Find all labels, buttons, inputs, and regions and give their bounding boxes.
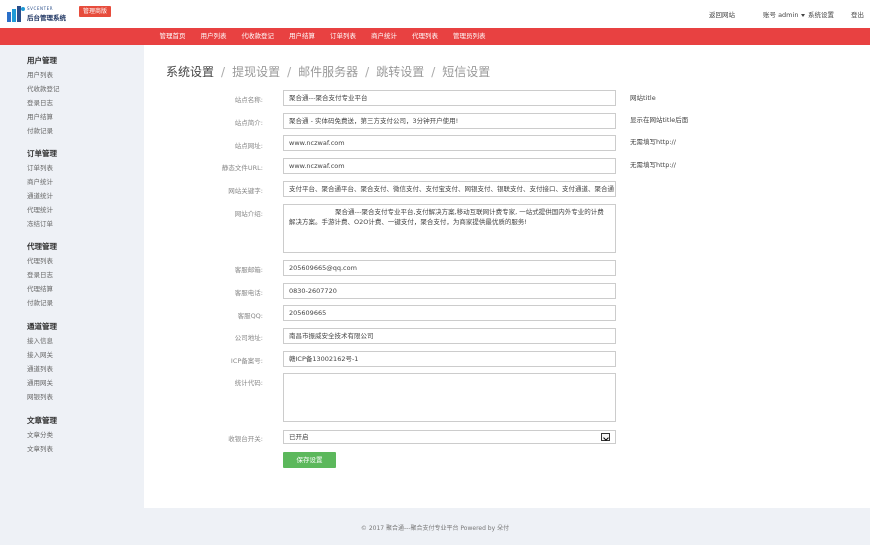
save-button[interactable]: 保存设置 — [283, 452, 336, 468]
sidebar: 用户管理 用户列表 代收款登记 登录日志 用户结算 付款记录 订单管理 订单列表… — [0, 45, 144, 508]
keywords-input[interactable]: 支付平台、聚合通平台、聚合支付、微信支付、支付宝支付、网银支付、银联支付、支付接… — [283, 181, 616, 197]
footer-copyright: © 2017 聚合通---聚合支付专业平台 Powered by 朵付 — [360, 525, 510, 532]
sidebar-item-access-info[interactable]: 接入信息 — [27, 334, 57, 348]
sidebar-item-login-log[interactable]: 登录日志 — [27, 268, 57, 282]
sidebar-group-title: 用户管理 — [27, 56, 57, 65]
phone-label: 客服电话: — [234, 289, 263, 297]
site-url-input[interactable]: www.nczwaf.com — [283, 135, 616, 151]
sidebar-group-title: 文章管理 — [27, 416, 57, 425]
sidebar-item-agent-list[interactable]: 代理列表 — [27, 254, 57, 268]
static-url-hint: 无需填写http:// — [630, 161, 676, 169]
logo-icon — [7, 6, 25, 22]
logout-link[interactable]: 登出 — [851, 9, 864, 19]
sidebar-group-users: 用户管理 用户列表 代收款登记 登录日志 用户结算 付款记录 — [27, 54, 60, 138]
version-badge: 管理商版 — [79, 6, 112, 17]
description-label: 网站介绍: — [234, 210, 263, 218]
cashier-switch-select[interactable]: 已开启 — [283, 430, 616, 444]
nav-item-user-settlement[interactable]: 用户结算 — [282, 28, 323, 45]
nav-item-user-list[interactable]: 用户列表 — [193, 28, 234, 45]
sidebar-item-agent-stats[interactable]: 代理统计 — [27, 203, 57, 217]
site-name-input[interactable]: 聚合通---聚合支付专业平台 — [283, 90, 616, 106]
sidebar-item-collection-register[interactable]: 代收款登记 — [27, 82, 60, 96]
sidebar-item-login-log[interactable]: 登录日志 — [27, 96, 60, 110]
sidebar-group-title: 订单管理 — [27, 149, 57, 158]
footer: © 2017 聚合通---聚合支付专业平台 Powered by 朵付 — [0, 508, 870, 545]
sidebar-item-general-gateway[interactable]: 通用网关 — [27, 376, 57, 390]
site-name-label: 站点名称: — [234, 96, 263, 104]
tab-system-settings[interactable]: 系统设置 — [166, 65, 214, 79]
sidebar-item-frozen-orders[interactable]: 冻结订单 — [27, 217, 57, 231]
breadcrumb-separator: / — [221, 65, 226, 79]
system-settings-link[interactable]: 系统设置 — [808, 9, 834, 19]
tab-mail-server[interactable]: 邮件服务器 — [298, 65, 358, 79]
static-url-label: 静态文件URL: — [221, 164, 263, 172]
nav-item-merchant-stats[interactable]: 商户统计 — [364, 28, 405, 45]
breadcrumb-separator: / — [365, 65, 370, 79]
description-textarea[interactable]: 聚合通---聚合支付专业平台,支付解决方案,移动互联网计费专家, 一站式提供国内… — [283, 204, 616, 253]
icp-label: ICP备案号: — [230, 357, 263, 365]
sidebar-item-article-categories[interactable]: 文章分类 — [27, 428, 57, 442]
cashier-switch-label: 收银台开关: — [228, 435, 263, 443]
chevron-down-icon — [601, 433, 610, 441]
cashier-switch-value: 已开启 — [289, 433, 309, 441]
stats-code-textarea[interactable] — [283, 373, 616, 422]
site-url-hint: 无需填写http:// — [630, 138, 676, 146]
tab-sms-settings[interactable]: 短信设置 — [442, 65, 490, 79]
site-intro-label: 站点简介: — [234, 119, 263, 127]
stats-code-label: 统计代码: — [234, 379, 263, 387]
site-url-label: 站点网址: — [234, 142, 263, 150]
main-nav: 管理首页 用户列表 代收款登记 用户结算 订单列表 商户统计 代理列表 管理员列… — [0, 28, 870, 45]
sidebar-item-article-list[interactable]: 文章列表 — [27, 442, 57, 456]
sidebar-item-payment-records[interactable]: 付款记录 — [27, 124, 60, 138]
sidebar-group-title: 代理管理 — [27, 242, 57, 251]
sidebar-group-channels: 通道管理 接入信息 接入网关 通道列表 通用网关 网银列表 — [27, 320, 57, 404]
static-url-input[interactable]: www.nczwaf.com — [283, 158, 616, 174]
phone-input[interactable]: 0830-2607720 — [283, 283, 616, 299]
sidebar-item-merchant-stats[interactable]: 商户统计 — [27, 175, 57, 189]
logo-subtitle: SVCENTER — [27, 6, 54, 11]
site-intro-hint: 显示在网站title后面 — [630, 116, 689, 124]
sidebar-group-title: 通道管理 — [27, 322, 57, 331]
site-name-hint: 网站title — [630, 94, 656, 102]
qq-input[interactable]: 205609665 — [283, 305, 616, 321]
breadcrumb-separator: / — [287, 65, 292, 79]
icp-input[interactable]: 赣ICP备13002162号-1 — [283, 351, 616, 367]
site-intro-input[interactable]: 聚合通 - 实体码免费送，第三方支付公司，3分钟开户使用! — [283, 113, 616, 129]
nav-item-agent-list[interactable]: 代理列表 — [405, 28, 446, 45]
tab-redirect-settings[interactable]: 跳转设置 — [376, 65, 424, 79]
account-dropdown[interactable]: 账号 admin — [763, 9, 806, 19]
sidebar-group-orders: 订单管理 订单列表 商户统计 通道统计 代理统计 冻结订单 — [27, 147, 57, 231]
qq-label: 客服QQ: — [237, 312, 263, 320]
address-input[interactable]: 南昌市振威安全技术有限公司 — [283, 328, 616, 344]
logo-title: 后台管理系统 — [27, 14, 66, 22]
tab-withdraw-settings[interactable]: 提现设置 — [232, 65, 280, 79]
email-input[interactable]: 205609665@qq.com — [283, 260, 616, 276]
top-header: SVCENTER 后台管理系统 管理商版 返回网站 账号 admin 系统设置 … — [0, 0, 870, 28]
address-label: 公司地址: — [234, 334, 263, 342]
nav-item-order-list[interactable]: 订单列表 — [323, 28, 364, 45]
caret-down-icon — [801, 13, 806, 17]
back-to-site-link[interactable]: 返回网站 — [709, 9, 735, 19]
nav-item-collection-register[interactable]: 代收款登记 — [234, 28, 282, 45]
breadcrumb: 系统设置 / 提现设置 / 邮件服务器 / 跳转设置 / 短信设置 — [166, 63, 490, 80]
sidebar-group-articles: 文章管理 文章分类 文章列表 — [27, 414, 57, 456]
sidebar-item-user-list[interactable]: 用户列表 — [27, 68, 60, 82]
breadcrumb-separator: / — [431, 65, 436, 79]
keywords-label: 网站关键字: — [228, 187, 263, 195]
nav-item-admin-list[interactable]: 管理员列表 — [446, 28, 494, 45]
email-label: 客服邮箱: — [234, 266, 263, 274]
nav-item-home[interactable]: 管理首页 — [152, 28, 193, 45]
sidebar-item-bank-list[interactable]: 网银列表 — [27, 390, 57, 404]
sidebar-item-channel-list[interactable]: 通道列表 — [27, 362, 57, 376]
sidebar-group-agents: 代理管理 代理列表 登录日志 代理结算 付款记录 — [27, 240, 57, 310]
sidebar-item-agent-settlement[interactable]: 代理结算 — [27, 282, 57, 296]
logo[interactable]: SVCENTER 后台管理系统 — [7, 4, 69, 24]
account-label: 账号 admin — [763, 11, 799, 19]
sidebar-item-payment-records[interactable]: 付款记录 — [27, 296, 57, 310]
sidebar-item-channel-stats[interactable]: 通道统计 — [27, 189, 57, 203]
sidebar-item-order-list[interactable]: 订单列表 — [27, 161, 57, 175]
sidebar-item-access-gateway[interactable]: 接入网关 — [27, 348, 57, 362]
sidebar-item-user-settlement[interactable]: 用户结算 — [27, 110, 60, 124]
